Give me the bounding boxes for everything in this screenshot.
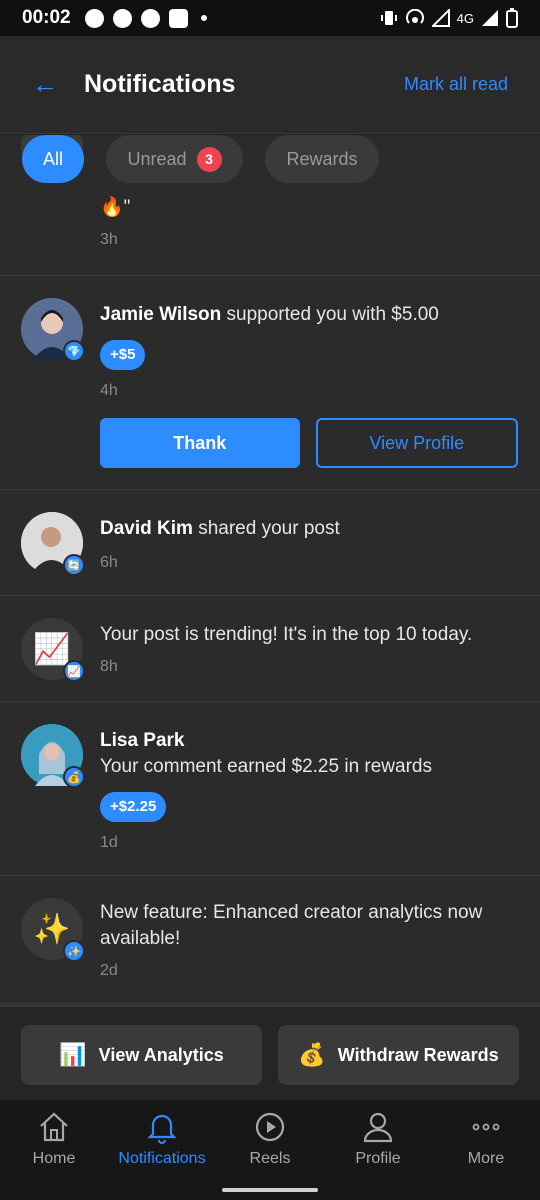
notification-text: 🔥" <box>100 197 131 218</box>
avatar[interactable]: 💰 <box>21 724 85 788</box>
bell-icon <box>147 1114 177 1144</box>
status-bar: 00:02 4G <box>0 0 540 36</box>
v-app-icon <box>168 8 188 28</box>
unread-count-badge: 3 <box>196 146 222 172</box>
hotspot-icon <box>405 9 424 24</box>
quick-actions-bar: 📊 View Analytics 💰 Withdraw Rewards <box>0 1005 540 1100</box>
notification-time: 3h <box>100 231 118 248</box>
avatar[interactable]: 💎 <box>21 298 85 362</box>
back-button[interactable]: ← <box>32 69 72 100</box>
notification-list[interactable]: 🔥" 3h 💎 Jamie Wilson supported you with … <box>0 135 540 1005</box>
notification-text: Your post is trending! It's in the top 1… <box>100 624 473 645</box>
notification-actions: Thank View Profile <box>100 418 518 468</box>
signal-icon <box>431 9 450 27</box>
mark-all-read-button[interactable]: Mark all read <box>404 74 508 95</box>
money-bag-badge-icon: 💰 <box>63 766 85 788</box>
actor-name[interactable]: David Kim <box>100 518 193 539</box>
nav-reels[interactable]: Reels <box>216 1100 324 1200</box>
user-icon <box>363 1112 393 1143</box>
amount-badge: +$5 <box>100 340 146 370</box>
feature-avatar: ✨ ✨ <box>21 898 85 962</box>
notification-item[interactable]: ✨ ✨ New feature: Enhanced creator analyt… <box>0 876 540 1004</box>
tab-unread-label: Unread <box>127 148 187 169</box>
avatar[interactable]: 🔄 <box>21 512 85 576</box>
more-icon <box>472 1123 500 1131</box>
notification-time: 4h <box>100 382 118 399</box>
filter-tabs: All Unread 3 Rewards <box>0 135 540 185</box>
notification-time: 2d <box>100 962 118 979</box>
amount-badge: +$2.25 <box>100 792 167 822</box>
tab-unread[interactable]: Unread 3 <box>106 135 243 183</box>
bottom-nav: Home Notifications Reels Profile More <box>0 1100 540 1200</box>
withdraw-rewards-button[interactable]: 💰 Withdraw Rewards <box>278 1025 519 1085</box>
notification-time: 8h <box>100 658 118 675</box>
nav-notifications[interactable]: Notifications <box>108 1100 216 1200</box>
status-system-icons: 4G <box>380 8 518 28</box>
share-badge-icon: 🔄 <box>63 554 85 576</box>
tab-rewards[interactable]: Rewards <box>265 135 379 183</box>
whatsapp-icon <box>84 8 104 28</box>
notification-text: shared your post <box>192 518 340 539</box>
view-analytics-button[interactable]: 📊 View Analytics <box>21 1025 262 1085</box>
status-time: 00:02 <box>22 7 71 28</box>
play-icon <box>255 1112 285 1142</box>
more-notifications-dot <box>200 15 207 21</box>
notification-item[interactable]: 💰 Lisa Park Your comment earned $2.25 in… <box>0 702 540 876</box>
page-title: Notifications <box>84 70 236 98</box>
notification-item[interactable]: 🔄 David Kim shared your post 6h <box>0 490 540 596</box>
view-profile-button[interactable]: View Profile <box>315 418 518 468</box>
actor-name[interactable]: Jamie Wilson <box>100 304 221 325</box>
app-icon <box>140 8 160 28</box>
chat-icon <box>112 8 132 28</box>
notification-text: Your comment earned $2.25 in rewards <box>100 756 432 777</box>
sparkles-badge-icon: ✨ <box>63 940 85 962</box>
signal-icon-2 <box>482 10 498 26</box>
notification-text: New feature: Enhanced creator analytics … <box>100 902 483 949</box>
trending-avatar: 📈 📈 <box>21 618 85 682</box>
notification-time: 1d <box>100 834 118 851</box>
chart-up-icon: 📈 <box>33 632 71 666</box>
status-notification-icons <box>84 8 207 28</box>
vibrate-icon <box>380 11 397 25</box>
actor-name[interactable]: Lisa Park <box>100 730 185 751</box>
home-indicator[interactable] <box>222 1188 318 1192</box>
notification-item[interactable]: 📈 📈 Your post is trending! It's in the t… <box>0 596 540 702</box>
sparkles-icon: ✨ <box>33 912 71 946</box>
battery-icon <box>506 8 518 28</box>
chart-up-badge-icon: 📈 <box>63 660 85 682</box>
nav-profile[interactable]: Profile <box>324 1100 432 1200</box>
home-icon <box>40 1112 68 1142</box>
money-bag-icon: 💰 <box>298 1042 326 1067</box>
app-header: ← Notifications Mark all read <box>0 36 540 134</box>
nav-home[interactable]: Home <box>0 1100 108 1200</box>
thank-button[interactable]: Thank <box>100 418 300 468</box>
notification-item[interactable]: 💎 Jamie Wilson supported you with $5.00 … <box>0 276 540 490</box>
tab-all[interactable]: All <box>22 135 84 183</box>
notification-text: supported you with $5.00 <box>221 304 439 325</box>
nav-more[interactable]: More <box>432 1100 540 1200</box>
bar-chart-icon: 📊 <box>59 1042 87 1067</box>
network-label: 4G <box>456 10 474 26</box>
notification-time: 6h <box>100 554 118 571</box>
diamond-badge-icon: 💎 <box>63 340 85 362</box>
